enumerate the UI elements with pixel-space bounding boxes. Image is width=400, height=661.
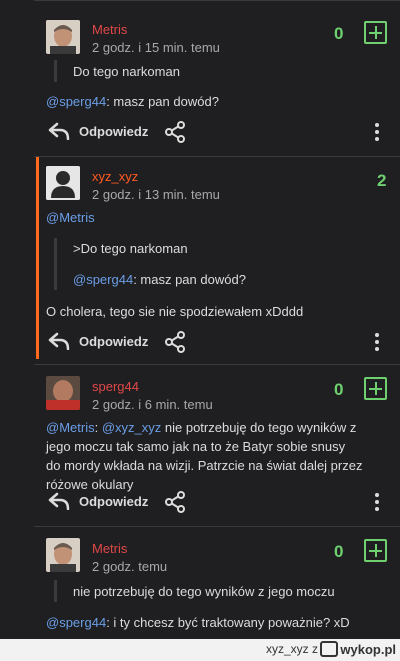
author-name[interactable]: sperg44 <box>92 379 139 394</box>
timestamp: 2 godz. i 13 min. temu <box>92 187 220 202</box>
quote-text-part: : masz pan dowód? <box>133 272 246 287</box>
more-vertical-icon[interactable] <box>374 122 380 142</box>
quote-bar <box>54 60 57 82</box>
mention-link[interactable]: @sperg44 <box>46 615 106 630</box>
author-name[interactable]: Metris <box>92 541 127 556</box>
avatar-photo-icon <box>46 376 80 410</box>
comment-text: nie potrzebuję do tego wyników z <box>161 420 357 435</box>
vote-score: 0 <box>334 24 344 43</box>
more-vertical-icon[interactable] <box>374 492 380 512</box>
quote-text: @sperg44: masz pan dowód? <box>73 270 246 289</box>
user-placeholder-icon <box>46 166 80 200</box>
avatar-photo-icon <box>46 20 80 54</box>
author-name[interactable]: Metris <box>92 22 127 37</box>
share-icon[interactable] <box>164 121 186 143</box>
vote-score: 2 <box>377 171 387 190</box>
vote-score: 0 <box>334 380 344 399</box>
comment-actions: Odpowiedz <box>0 329 400 355</box>
plus-box-icon[interactable] <box>364 21 387 44</box>
timestamp: 2 godz. i 6 min. temu <box>92 397 213 412</box>
watermark-bar: xyz_xyz z wykop.pl <box>0 639 400 661</box>
mention-link[interactable]: @Metris <box>46 420 95 435</box>
timestamp: 2 godz. i 15 min. temu <box>92 40 220 55</box>
wykop-logo: wykop.pl <box>320 641 396 657</box>
comment-text: do mordy wkłada na wizji. Patrzcie na św… <box>46 458 363 473</box>
avatar-photo-icon <box>46 538 80 572</box>
comment-body: @sperg44: i ty chcesz być traktowany pow… <box>46 613 350 632</box>
quote-text: nie potrzebuję do tego wyników z jego mo… <box>73 584 335 599</box>
avatar[interactable] <box>46 20 80 54</box>
mention-link[interactable]: @Metris <box>46 208 95 227</box>
avatar[interactable] <box>46 166 80 200</box>
reply-icon[interactable] <box>48 492 70 510</box>
plus-box-icon[interactable] <box>364 377 387 400</box>
reply-button[interactable]: Odpowiedz <box>79 124 148 139</box>
share-icon[interactable] <box>164 331 186 353</box>
vote-score: 0 <box>334 542 344 561</box>
wykop-logo-text: wykop.pl <box>340 642 396 657</box>
mention-link[interactable]: @sperg44 <box>73 272 133 287</box>
quote-bar <box>54 580 57 602</box>
avatar[interactable] <box>46 376 80 410</box>
share-icon[interactable] <box>164 491 186 513</box>
more-vertical-icon[interactable] <box>374 332 380 352</box>
quote-bar <box>54 238 57 290</box>
reply-button[interactable]: Odpowiedz <box>79 494 148 509</box>
separator: : <box>94 420 102 435</box>
reply-icon[interactable] <box>48 332 70 350</box>
comment-divider <box>34 526 400 527</box>
comment-text: jego moczu tak samo jak na to że Batyr s… <box>46 439 346 454</box>
reply-button[interactable]: Odpowiedz <box>79 334 148 349</box>
comment-body: @Metris: @xyz_xyz nie potrzebuję do tego… <box>46 418 386 494</box>
quote-text: >Do tego narkoman <box>73 241 188 256</box>
plus-box-icon[interactable] <box>364 539 387 562</box>
comment-text: : i ty chcesz być traktowany poważnie? x… <box>106 615 350 630</box>
avatar[interactable] <box>46 538 80 572</box>
comment-divider <box>34 156 400 157</box>
top-divider <box>34 0 400 1</box>
comment-text: : masz pan dowód? <box>106 94 219 109</box>
comment-divider <box>34 364 400 365</box>
reply-icon[interactable] <box>48 122 70 140</box>
comment-actions: Odpowiedz <box>0 489 400 515</box>
comment-body: @sperg44: masz pan dowód? <box>46 92 219 111</box>
author-name[interactable]: xyz_xyz <box>92 169 138 184</box>
wykop-logo-icon <box>320 641 339 657</box>
quote-text: Do tego narkoman <box>73 64 180 79</box>
watermark-user: xyz_xyz z <box>265 642 318 656</box>
mention-link[interactable]: @xyz_xyz <box>102 420 161 435</box>
comment-body: O cholera, tego sie nie spodziewałem xDd… <box>46 304 304 319</box>
comment-actions: Odpowiedz <box>0 119 400 145</box>
timestamp: 2 godz. temu <box>92 559 168 574</box>
mention-link[interactable]: @sperg44 <box>46 94 106 109</box>
